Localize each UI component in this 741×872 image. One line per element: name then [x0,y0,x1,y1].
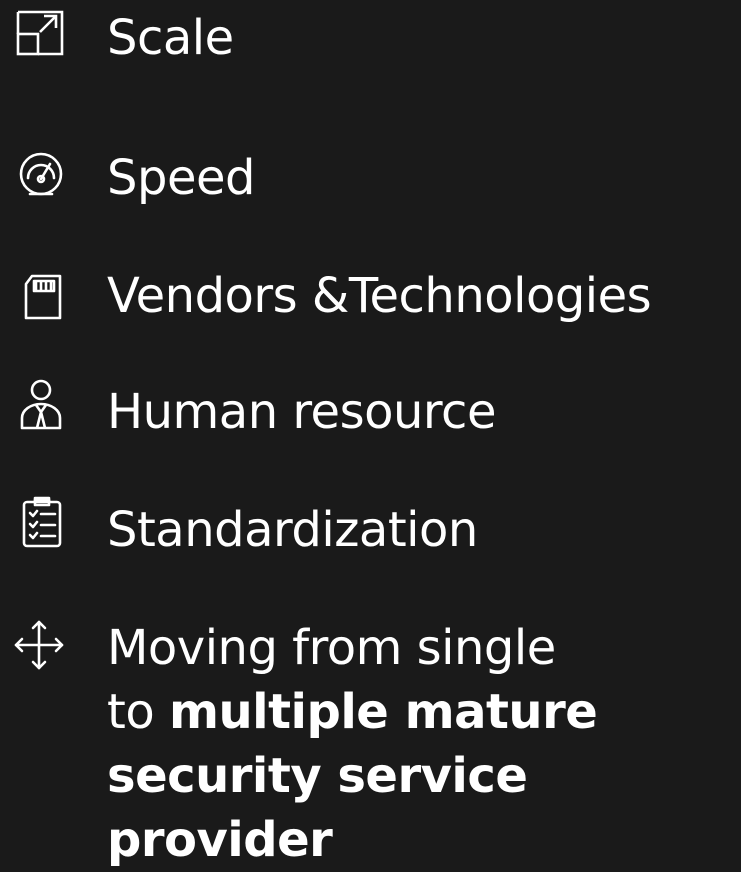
sd-card-icon [16,270,70,324]
clipboard-checklist-icon [16,496,70,550]
item-label: Standardization [107,502,478,558]
item-label: Human resource [107,384,496,440]
item-label-multiline: Moving from single to multiple mature se… [107,616,727,872]
item-label-line1: Moving from single [107,620,556,676]
person-icon [14,378,68,432]
move-arrows-icon [12,618,66,672]
item-label: Speed [107,150,255,206]
item-label-bold: multiple mature security service provide… [107,684,598,868]
item-label: Vendors &Technologies [107,268,652,324]
speedometer-icon [14,148,68,202]
item-label: Scale [107,10,234,66]
scale-icon [12,8,66,62]
item-label-prefix: to [107,684,169,740]
